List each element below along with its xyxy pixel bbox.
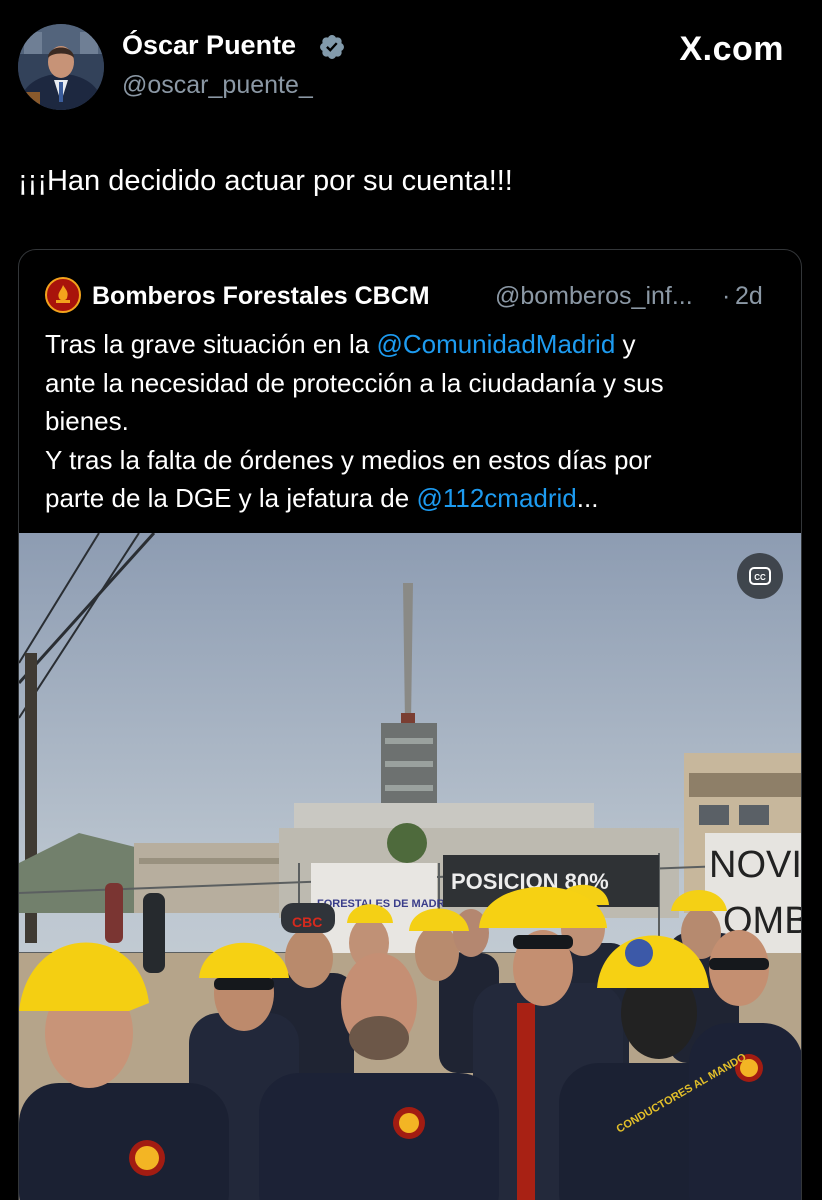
meta-separator: · (722, 282, 731, 310)
quoted-line-5-text: parte de la DGE y la jefatura de (45, 483, 417, 513)
quoted-line-3: bienes. (45, 406, 129, 436)
avatar-photo (18, 24, 104, 110)
quoted-line-1-text: Tras la grave situación en la (45, 329, 377, 359)
quoted-line-5: parte de la DGE y la jefatura de @112cma… (45, 479, 780, 518)
quoted-line-2: ante la necesidad de protección a la ciu… (45, 367, 664, 398)
video-player[interactable]: FORESTALES DE MADRID POSICION 80% NOVI O… (19, 533, 802, 1200)
quoted-author-name[interactable]: Bomberos Forestales CBCM (92, 282, 430, 311)
quoted-line-5-ellipsis: ... (576, 483, 599, 513)
banner-right-text: NOVI (709, 844, 802, 886)
quoted-author-avatar[interactable] (45, 277, 81, 313)
video-frame: FORESTALES DE MADRID POSICION 80% NOVI O… (19, 533, 802, 1200)
tweet-screenshot: Óscar Puente @oscar_puente_ X.com ¡¡¡Han… (0, 0, 822, 1200)
tweet-text: ¡¡¡Han decidido actuar por su cuenta!!! (18, 165, 513, 197)
mention-comunidadmadrid[interactable]: @ComunidadMadrid (376, 329, 615, 359)
x-com-watermark: X.com (679, 30, 784, 68)
quoted-line-4: Y tras la falta de órdenes y medios en e… (45, 444, 652, 475)
bomberos-logo-icon (48, 280, 78, 310)
author-handle[interactable]: @oscar_puente_ (122, 71, 313, 100)
svg-text:CBC: CBC (292, 914, 322, 930)
captions-button[interactable]: CC (737, 553, 783, 599)
closed-captions-icon: CC (749, 567, 771, 585)
tree (387, 823, 427, 863)
quoted-tweet-card[interactable]: Bomberos Forestales CBCM @bomberos_inf..… (18, 249, 802, 1200)
quoted-timestamp[interactable]: 2d (735, 282, 763, 311)
mention-112cmadrid[interactable]: @112cmadrid (416, 483, 576, 513)
quoted-tweet-text: Tras la grave situación en la @Comunidad… (45, 325, 780, 518)
quoted-line-1: Tras la grave situación en la @Comunidad… (45, 325, 780, 364)
author-name[interactable]: Óscar Puente (122, 30, 296, 61)
quoted-line-1-end: y (615, 329, 636, 359)
verified-badge-icon (320, 35, 344, 59)
quoted-author-handle[interactable]: @bomberos_inf... (495, 282, 693, 311)
author-avatar[interactable] (18, 24, 104, 110)
banner-left-text-2: FORESTALES DE MADRID (317, 898, 456, 910)
captions-label: CC (754, 573, 766, 582)
